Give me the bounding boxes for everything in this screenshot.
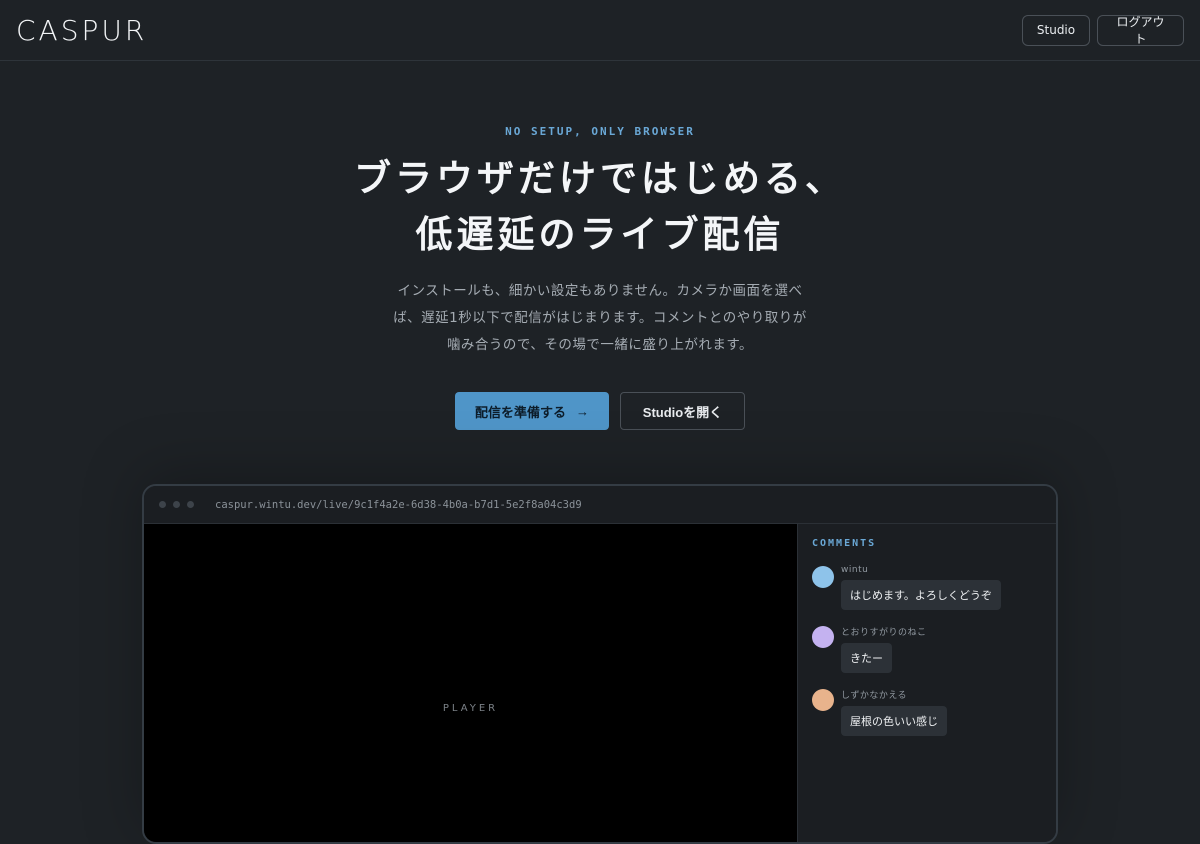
comment-body: wintu はじめます。よろしくどうぞ — [841, 565, 1001, 610]
comment-item: とおりすがりのねこ きたー — [812, 625, 1042, 673]
comment-item: しずかなかえる 屋根の色いい感じ — [812, 688, 1042, 736]
comment-item: wintu はじめます。よろしくどうぞ — [812, 565, 1042, 610]
window-dot-icon — [159, 501, 166, 508]
header-actions: Studio ログアウト — [1022, 14, 1184, 46]
hero-cta-group: 配信を準備する → Studioを開く — [0, 392, 1200, 430]
comment-author: wintu — [841, 565, 869, 575]
prepare-stream-button[interactable]: 配信を準備する → — [455, 392, 609, 430]
preview-content: PLAYER COMMENTS wintu はじめます。よろしくどうぞ とおりす… — [144, 524, 1056, 842]
prepare-stream-label: 配信を準備する — [474, 404, 566, 420]
comment-body: とおりすがりのねこ きたー — [841, 625, 927, 673]
comment-text: きたー — [841, 643, 892, 673]
hero-title-line: ブラウザだけではじめる、 — [354, 157, 846, 200]
comment-body: しずかなかえる 屋根の色いい感じ — [841, 688, 947, 736]
hero-title-line: 低遅延のライブ配信 — [415, 213, 785, 256]
hero-lead-line: ば、遅延1秒以下で配信がはじまります。コメントとのやり取りが — [393, 310, 807, 326]
comments-panel: COMMENTS wintu はじめます。よろしくどうぞ とおりすがりのねこ き… — [798, 524, 1056, 842]
top-header: CASPUR Studio ログアウト — [0, 0, 1200, 61]
hero-eyebrow: NO SETUP, ONLY BROWSER — [505, 125, 695, 138]
window-dot-icon — [173, 501, 180, 508]
hero-title: ブラウザだけではじめる、 低遅延のライブ配信 — [0, 151, 1200, 263]
comment-text: はじめます。よろしくどうぞ — [841, 580, 1001, 610]
comment-text: 屋根の色いい感じ — [841, 706, 947, 736]
hero-lead-line: インストールも、細かい設定もありません。カメラか画面を選べ — [397, 283, 803, 299]
avatar — [812, 626, 834, 648]
comments-title: COMMENTS — [812, 538, 877, 549]
comment-author: とおりすがりのねこ — [841, 628, 927, 638]
logout-button[interactable]: ログアウト — [1097, 14, 1184, 46]
video-player[interactable]: PLAYER — [144, 524, 798, 842]
studio-button[interactable]: Studio — [1022, 14, 1090, 46]
comment-author: しずかなかえる — [841, 691, 908, 701]
avatar — [812, 566, 834, 588]
hero-lead-line: 噛み合うので、その場で一緒に盛り上がれます。 — [446, 337, 754, 353]
window-titlebar: caspur.wintu.dev/live/9c1f4a2e-6d38-4b0a… — [144, 486, 1056, 524]
open-studio-button[interactable]: Studioを開く — [620, 392, 745, 430]
browser-preview-window: caspur.wintu.dev/live/9c1f4a2e-6d38-4b0a… — [142, 484, 1058, 844]
hero-lead: インストールも、細かい設定もありません。カメラか画面を選べ ば、遅延1秒以下で配… — [385, 278, 815, 359]
player-label: PLAYER — [442, 703, 499, 714]
arrow-right-icon: → — [576, 403, 589, 419]
window-dot-icon — [187, 501, 194, 508]
avatar — [812, 689, 834, 711]
caspur-logo[interactable]: CASPUR — [16, 14, 147, 47]
preview-url: caspur.wintu.dev/live/9c1f4a2e-6d38-4b0a… — [215, 498, 582, 511]
